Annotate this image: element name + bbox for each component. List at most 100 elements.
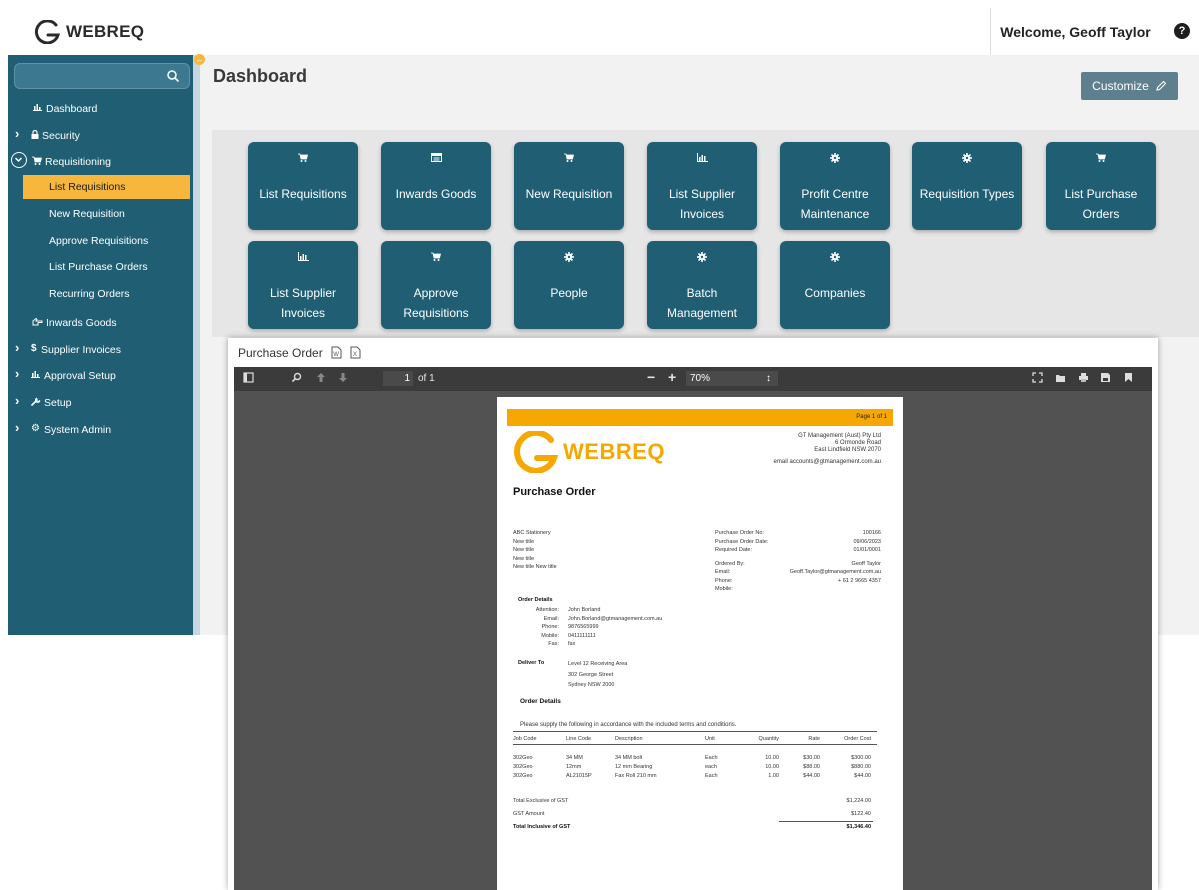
sidebar-subitem-label: New Requisition <box>49 208 125 220</box>
table-top-rule <box>513 731 877 732</box>
sidebar-subitem-recurring-orders[interactable]: Recurring Orders <box>8 282 195 306</box>
logo-text: WEBREQ <box>66 22 145 41</box>
hand-icon <box>32 317 43 328</box>
welcome-user[interactable]: Welcome, Geoff Taylor <box>990 8 1160 55</box>
chevron-right-icon: › <box>15 126 20 141</box>
contact-label: Fax: <box>548 641 559 647</box>
deliver-address: Level 12 Receiving Area 302 George Stree… <box>568 659 627 691</box>
tile-label: Batch Management <box>666 286 738 320</box>
gst-value: $122.40 <box>851 811 871 817</box>
chevron-down-circle-icon <box>11 152 27 168</box>
arrow-up-icon[interactable] <box>316 372 326 383</box>
gear-icon <box>514 252 624 264</box>
sidebar-item-system-admin[interactable]: › ⚙ System Admin <box>8 417 195 441</box>
deliver-line: Sydney NSW 2000 <box>568 682 615 688</box>
logo-mark-icon <box>34 20 61 44</box>
tile-list-purchase-orders[interactable]: List Purchase Orders <box>1046 142 1156 230</box>
customize-button[interactable]: Customize <box>1081 72 1178 100</box>
sidebar-subitem-list-purchase-orders[interactable]: List Purchase Orders <box>8 255 195 279</box>
contact-value: fax <box>568 641 576 647</box>
page-header-bar: Page 1 of 1 <box>507 409 893 426</box>
save-icon[interactable] <box>1100 372 1111 383</box>
tile-list-requisitions[interactable]: List Requisitions <box>248 142 358 230</box>
tile-batch-management[interactable]: Batch Management <box>647 241 757 329</box>
table-cell: 34 MM bolt <box>615 755 643 761</box>
table-cell: $300.00 <box>851 755 871 761</box>
tile-new-requisition[interactable]: New Requisition <box>514 142 624 230</box>
sidebar-item-label: Supplier Invoices <box>41 344 121 356</box>
sidebar-item-requisitioning[interactable]: Requisitioning <box>8 149 195 173</box>
svg-text:X: X <box>353 352 357 358</box>
contact-value: John Borland <box>568 607 601 613</box>
tile-label: List Supplier Invoices <box>269 286 337 320</box>
page-number-input[interactable]: 1 <box>383 371 413 386</box>
sidebar-subitem-list-requisitions[interactable]: List Requisitions <box>23 175 190 199</box>
arrow-down-icon[interactable] <box>338 372 348 383</box>
excel-doc-icon[interactable]: X <box>350 346 361 359</box>
collapse-arrow-icon[interactable]: ← <box>194 54 205 65</box>
supplier-line: New title <box>513 555 535 562</box>
top-bar: WEBREQ Welcome, Geoff Taylor ? <box>0 8 1199 55</box>
sidebar-subitem-label: Recurring Orders <box>49 288 130 300</box>
sidebar-item-inwards-goods[interactable]: Inwards Goods <box>8 310 195 334</box>
zoom-in-icon[interactable]: + <box>668 369 676 385</box>
sidebar: Dashboard › Security Requisitioning List… <box>8 55 195 635</box>
order-details-heading: Order Details <box>518 597 553 603</box>
tile-label: Profit Centre Maintenance <box>800 187 870 221</box>
contact-label: Email: <box>543 615 559 622</box>
bookmark-icon[interactable] <box>1124 372 1133 383</box>
zoom-out-icon[interactable]: − <box>647 369 655 385</box>
table-cell: 12 mm Bearing <box>615 764 653 770</box>
table-cell: each <box>705 764 717 770</box>
gear-icon <box>647 252 757 264</box>
table-header-cell: Job Code <box>513 736 537 742</box>
search-icon[interactable] <box>291 372 302 383</box>
tile-requisition-types[interactable]: Requisition Types <box>912 142 1022 230</box>
sidebar-item-security[interactable]: › Security <box>8 123 195 147</box>
sidebar-item-approval-setup[interactable]: › Approval Setup <box>8 363 195 387</box>
pdf-viewport[interactable]: Page 1 of 1 WEBREQ GT Management (Aust) … <box>234 391 1152 890</box>
tile-label: Requisition Types <box>919 187 1015 201</box>
sidebar-subitem-new-requisition[interactable]: New Requisition <box>8 202 195 226</box>
box-icon <box>381 153 491 165</box>
purchase-order-viewer: Purchase Order W X 1 of 1 − + 70% ↕ Page… <box>228 338 1158 890</box>
sidebar-toggle-icon[interactable] <box>243 372 254 383</box>
supplier-line: New title New title <box>513 564 557 570</box>
viewer-title: Purchase Order <box>238 345 323 360</box>
chevron-right-icon: › <box>15 366 20 381</box>
tile-list-supplier-invoices[interactable]: List Supplier Invoices <box>647 142 757 230</box>
tile-companies[interactable]: Companies <box>780 241 890 329</box>
sidebar-subitem-approve-requisitions[interactable]: Approve Requisitions <box>8 229 195 253</box>
zoom-select[interactable]: 70% ↕ <box>686 371 778 386</box>
company-street: 6 Ormonde Road <box>834 440 881 446</box>
tile-profit-centre-maintenance[interactable]: Profit Centre Maintenance <box>780 142 890 230</box>
word-doc-icon[interactable]: W <box>331 346 342 359</box>
table-cell: $44.00 <box>854 773 871 779</box>
webreq-logo[interactable]: WEBREQ <box>32 20 144 44</box>
tile-people[interactable]: People <box>514 241 624 329</box>
sidebar-item-label: Security <box>42 130 80 142</box>
logo-mark-icon <box>514 431 559 473</box>
table-cell: 302Geo <box>513 764 533 770</box>
sidebar-item-supplier-invoices[interactable]: › $ Supplier Invoices <box>8 337 195 361</box>
contact-values: John Borland John.Borland@gtmanagement.c… <box>568 606 662 649</box>
contact-label: Attention: <box>535 607 559 613</box>
deliver-line: 302 George Street <box>568 671 614 678</box>
sidebar-item-setup[interactable]: › Setup <box>8 390 195 414</box>
chart-icon <box>248 252 358 264</box>
page-title: Dashboard <box>213 66 308 86</box>
table-cell: AL21015P <box>566 773 592 779</box>
sidebar-collapse-strip[interactable] <box>193 55 200 635</box>
help-icon[interactable]: ? <box>1174 23 1190 39</box>
print-icon[interactable] <box>1078 372 1089 383</box>
sidebar-item-dashboard[interactable]: Dashboard <box>8 96 195 120</box>
cart-icon <box>1046 153 1156 165</box>
tile-inwards-goods[interactable]: Inwards Goods <box>381 142 491 230</box>
tile-list-supplier-invoices[interactable]: List Supplier Invoices <box>248 241 358 329</box>
tile-approve-requisitions[interactable]: Approve Requisitions <box>381 241 491 329</box>
open-file-icon[interactable] <box>1055 372 1066 383</box>
search-input[interactable] <box>14 63 190 89</box>
fullscreen-icon[interactable] <box>1032 372 1043 383</box>
order-info-values: 100166 09/06/2023 01/01/0001 Geoff Taylo… <box>790 529 881 585</box>
search-icon[interactable] <box>166 69 180 83</box>
